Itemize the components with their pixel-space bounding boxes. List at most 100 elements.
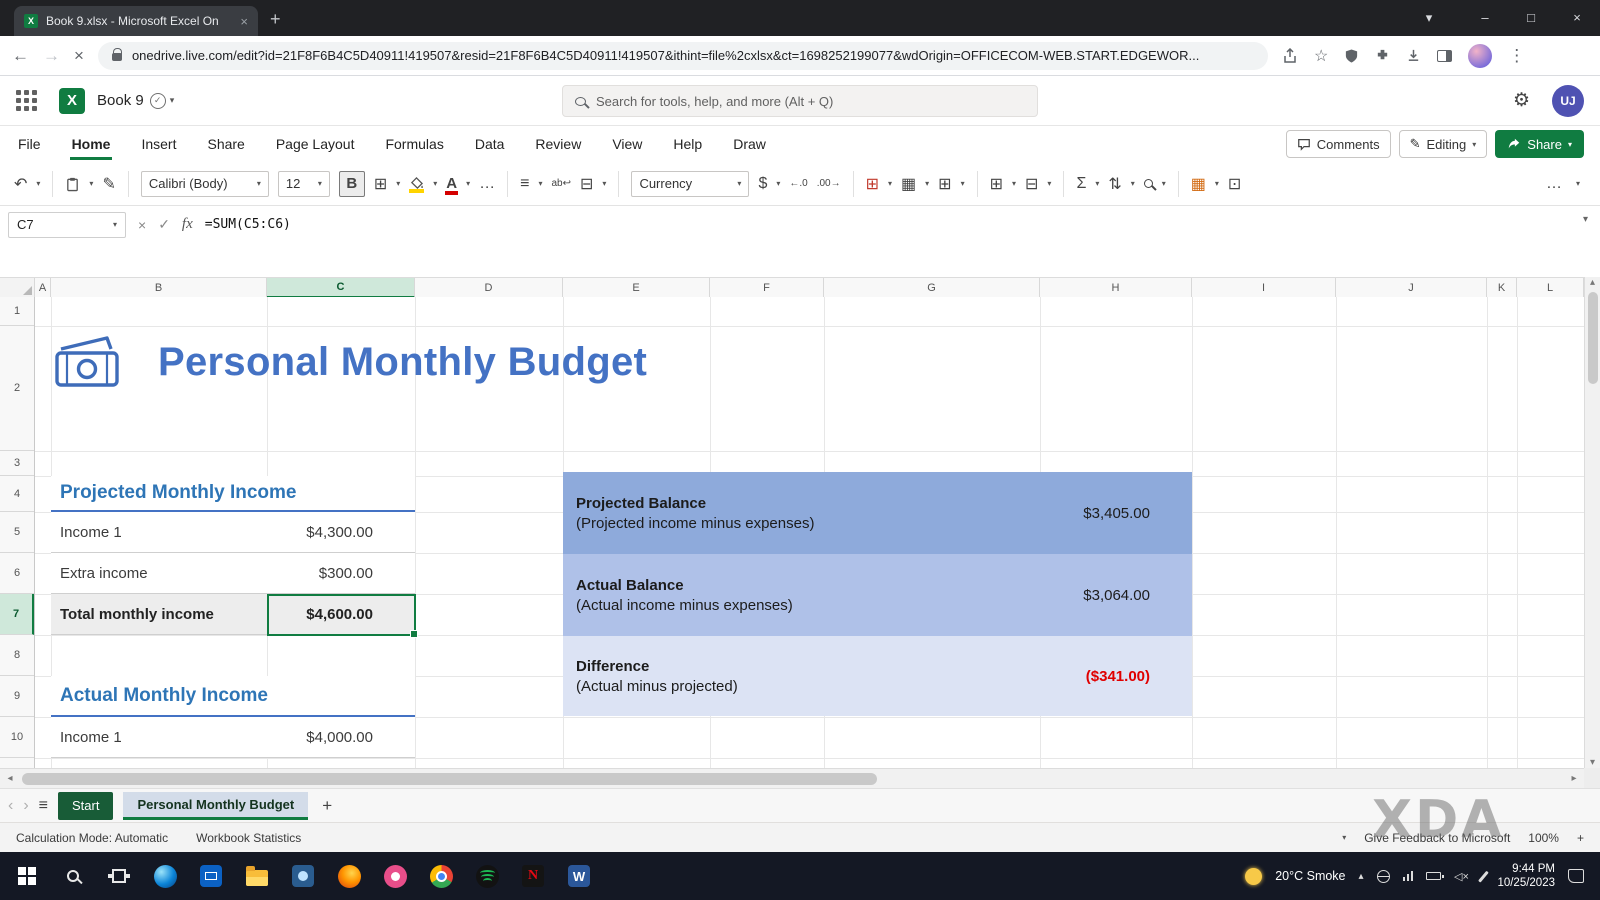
difference-row[interactable]: Difference (Actual minus projected) ($34… (563, 636, 1192, 716)
vertical-scrollbar[interactable]: ▴ ▾ (1584, 277, 1600, 768)
wrap-text-button[interactable]: ab↩ (552, 178, 572, 189)
column-header-i[interactable]: I (1192, 278, 1336, 298)
forward-button[interactable]: → (43, 46, 60, 66)
column-header-c[interactable]: C (267, 278, 415, 298)
weather-icon[interactable] (1245, 868, 1262, 885)
menu-view[interactable]: View (610, 128, 644, 160)
format-as-table-button[interactable]: ⊞ (938, 174, 951, 194)
tray-network-globe-icon[interactable] (1377, 870, 1390, 883)
font-size-select[interactable]: 12 ▾ (278, 171, 330, 197)
more-font-options-button[interactable]: … (479, 175, 495, 193)
column-header-h[interactable]: H (1040, 278, 1192, 298)
menu-review[interactable]: Review (533, 128, 583, 160)
decrease-decimal-button[interactable]: ←.0 (789, 178, 807, 189)
editing-mode-button[interactable]: ✎ Editing ▾ (1399, 130, 1488, 158)
browser-menu-icon[interactable]: ⋮ (1508, 46, 1525, 66)
collapse-ribbon-icon[interactable]: ▾ (1576, 179, 1580, 188)
income-row[interactable]: Income 1 $4,000.00 (51, 717, 415, 758)
menu-help[interactable]: Help (671, 128, 704, 160)
taskbar-netflix-button[interactable]: N (510, 852, 556, 900)
align-menu-icon[interactable]: ▾ (538, 179, 542, 188)
insert-cells-menu-icon[interactable]: ▾ (1012, 179, 1016, 188)
workbook-title[interactable]: Book 9 (97, 92, 144, 109)
menu-page-layout[interactable]: Page Layout (274, 128, 357, 160)
row-header-4[interactable]: 4 (0, 476, 34, 512)
balance-value[interactable]: ($341.00) (1086, 668, 1192, 685)
column-header-b[interactable]: B (51, 278, 267, 298)
start-button[interactable] (4, 852, 50, 900)
row-header-8[interactable]: 8 (0, 635, 34, 676)
insert-table-menu-icon[interactable]: ▾ (888, 179, 892, 188)
row-header-9[interactable]: 9 (0, 676, 34, 717)
select-all-corner[interactable] (0, 278, 35, 298)
task-view-button[interactable] (96, 852, 142, 900)
row-header-10[interactable]: 10 (0, 717, 34, 758)
close-window-button[interactable]: × (1554, 0, 1600, 36)
projected-income-heading[interactable]: Projected Monthly Income (51, 476, 415, 512)
weather-status[interactable]: 20°C Smoke (1275, 869, 1345, 883)
account-avatar[interactable]: UJ (1552, 85, 1584, 117)
more-commands-button[interactable]: … (1546, 175, 1562, 193)
menu-draw[interactable]: Draw (731, 128, 768, 160)
taskbar-edge-button[interactable] (142, 852, 188, 900)
tab-search-icon[interactable]: ▾ (1406, 0, 1452, 36)
number-format-select[interactable]: Currency ▾ (631, 171, 749, 197)
taskbar-word-button[interactable]: W (556, 852, 602, 900)
zoom-level[interactable]: 100% (1528, 831, 1559, 845)
tray-volume-muted-icon[interactable]: ◁× (1454, 870, 1469, 883)
taskbar-paint-button[interactable] (372, 852, 418, 900)
font-color-button[interactable]: A (446, 177, 457, 191)
grid[interactable]: Personal Monthly Budget Projected Monthl… (35, 297, 1584, 768)
scroll-down-icon[interactable]: ▾ (1585, 757, 1600, 768)
next-sheet-icon[interactable]: › (23, 797, 28, 815)
name-box[interactable]: C7 ▾ (8, 212, 126, 238)
stop-loading-button[interactable]: × (74, 46, 84, 66)
url-text[interactable]: onedrive.live.com/edit?id=21F8F6B4C5D409… (132, 48, 1199, 63)
extensions-puzzle-icon[interactable] (1375, 48, 1390, 63)
all-sheets-menu-icon[interactable]: ≡ (39, 797, 48, 815)
sheet-tab-personal-monthly-budget[interactable]: Personal Monthly Budget (123, 792, 308, 820)
insert-function-icon[interactable]: fx (182, 216, 193, 233)
fill-color-button[interactable] (409, 177, 424, 190)
balance-value[interactable]: $3,405.00 (1083, 505, 1192, 522)
taskbar-search-button[interactable] (50, 852, 96, 900)
column-header-a[interactable]: A (35, 278, 51, 298)
back-button[interactable]: ← (12, 46, 29, 66)
column-header-g[interactable]: G (824, 278, 1040, 298)
app-launcher-icon[interactable] (16, 90, 37, 111)
feedback-chevron-icon[interactable]: ▾ (1342, 833, 1346, 842)
scroll-left-icon[interactable]: ◂ (0, 773, 20, 784)
tray-battery-icon[interactable] (1426, 872, 1441, 880)
column-header-l[interactable]: L (1517, 278, 1584, 298)
name-box-dropdown-icon[interactable]: ▾ (113, 220, 117, 229)
actual-income-heading[interactable]: Actual Monthly Income (51, 676, 415, 717)
row-header-6[interactable]: 6 (0, 553, 34, 594)
sort-filter-menu-icon[interactable]: ▾ (1131, 179, 1135, 188)
scroll-up-icon[interactable]: ▴ (1585, 277, 1600, 288)
office-search[interactable] (562, 85, 1038, 117)
maximize-button[interactable]: □ (1508, 0, 1554, 36)
tray-expand-icon[interactable]: ▴ (1359, 871, 1364, 882)
row-header-3[interactable]: 3 (0, 451, 34, 476)
fill-color-menu-icon[interactable]: ▾ (433, 179, 437, 188)
zoom-in-button[interactable]: + (1577, 831, 1584, 845)
menu-file[interactable]: File (16, 128, 43, 160)
paste-button[interactable] (65, 176, 80, 192)
taskbar-file-explorer-button[interactable] (234, 852, 280, 900)
insert-table-button[interactable]: ⊞ (866, 174, 879, 194)
projected-balance-row[interactable]: Projected Balance (Projected income minu… (563, 472, 1192, 554)
column-header-e[interactable]: E (563, 278, 710, 298)
adblock-shield-icon[interactable] (1344, 48, 1359, 64)
cancel-entry-icon[interactable]: × (138, 217, 146, 233)
merge-menu-icon[interactable]: ▾ (602, 179, 606, 188)
borders-button[interactable]: ⊞ (374, 174, 387, 194)
currency-format-button[interactable]: $ (758, 175, 767, 193)
merge-cells-button[interactable]: ⊟ (580, 174, 593, 194)
scroll-right-icon[interactable]: ▸ (1564, 773, 1584, 784)
excel-logo[interactable]: X (59, 88, 85, 114)
confirm-entry-icon[interactable]: ✓ (158, 216, 170, 233)
tab-close-icon[interactable]: × (240, 14, 248, 29)
add-sheet-button[interactable]: + (322, 796, 332, 816)
find-button[interactable] (1144, 179, 1153, 188)
minimize-button[interactable]: – (1462, 0, 1508, 36)
